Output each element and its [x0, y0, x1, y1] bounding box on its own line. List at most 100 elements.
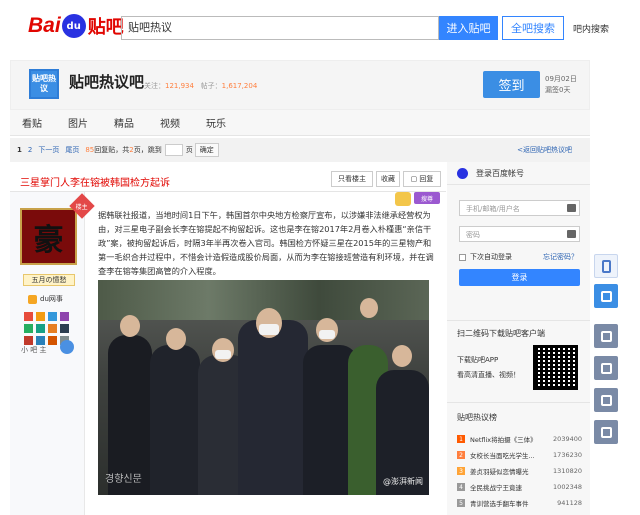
reply-button[interactable]: ▢ 回复 — [403, 171, 441, 187]
hot-count: 2039400 — [553, 435, 582, 443]
badge-icon[interactable] — [24, 336, 33, 345]
auto-login-checkbox[interactable] — [459, 253, 466, 261]
sign-date: 09月02日 漏签0天 — [545, 74, 577, 96]
right-sidebar: 登录百度帐号 手机/邮箱/用户名 密码 下次自动登录 忘记密码？ 登录 扫二维码… — [447, 162, 590, 515]
search-input[interactable]: 贴吧热议 — [121, 16, 439, 40]
hot-rank: 5 — [457, 499, 465, 507]
post-photo[interactable]: 경향신문 @澎湃新闻 — [98, 280, 429, 495]
robot-icon[interactable] — [594, 324, 618, 348]
forum-name[interactable]: 贴吧热议吧 — [69, 71, 144, 92]
photo-person-head — [392, 345, 412, 367]
badge-icon[interactable] — [36, 336, 45, 345]
photo-person-head — [360, 298, 378, 318]
qr-title: 扫二维码下载贴吧客户端 — [457, 329, 545, 338]
hot-title[interactable]: 姜贞羽疑似恋情曝光 — [470, 466, 529, 476]
password-field[interactable]: 密码 — [459, 226, 580, 242]
message-icon[interactable] — [594, 284, 618, 308]
reply-icon: ▢ — [410, 175, 418, 183]
game-icon[interactable] — [594, 356, 618, 380]
hot-rank: 2 — [457, 451, 465, 459]
hot-title[interactable]: 全民挑战宁王竟速 — [470, 482, 522, 492]
tab-posts[interactable]: 看贴 — [22, 115, 42, 130]
all-search-button[interactable]: 全吧搜索 — [502, 16, 564, 40]
hot-title[interactable]: 青训营选手翻车事件 — [470, 498, 529, 508]
last-page-link[interactable]: 尾页 — [65, 145, 79, 155]
only-author-button[interactable]: 只看楼主 — [331, 171, 373, 187]
crown-icon[interactable] — [395, 192, 411, 206]
hot-rank: 4 — [457, 483, 465, 491]
tab-images[interactable]: 图片 — [68, 115, 88, 130]
photo-watermark-left: 경향신문 — [105, 474, 142, 485]
search-badge[interactable]: 搜尊 — [414, 192, 440, 204]
auto-login-label: 下次自动登录 — [470, 253, 512, 261]
next-page-link[interactable]: 下一页 — [38, 145, 59, 155]
forum-search-link[interactable]: 吧内搜索 — [573, 22, 609, 35]
auto-login[interactable]: 下次自动登录 — [459, 252, 512, 262]
photo-face-mask — [215, 350, 231, 359]
badge-icon[interactable] — [60, 324, 69, 333]
page-2-link[interactable]: 2 — [28, 146, 32, 154]
forum-logo[interactable]: 贴吧热议 — [29, 69, 59, 99]
avatar[interactable]: 豪 — [20, 208, 77, 265]
divider — [447, 402, 590, 403]
badge-icon[interactable] — [48, 312, 57, 321]
baidu-tieba-logo[interactable]: Bai du 贴吧 — [28, 12, 124, 40]
reply-count: 85 — [85, 146, 95, 154]
forum-nav: 看贴 图片 精品 视频 玩乐 — [10, 110, 590, 136]
hot-list-item[interactable]: 5 青训营选手翻车事件 941128 — [457, 495, 582, 511]
divider — [447, 320, 590, 321]
keyboard-icon[interactable] — [567, 230, 576, 238]
tab-videos[interactable]: 视频 — [160, 115, 180, 130]
favorite-button[interactable]: 收藏 — [376, 171, 400, 187]
jump-page-input[interactable] — [164, 144, 183, 156]
xiaoba-icon — [60, 340, 74, 354]
hot-title[interactable]: 女校长当面吃光学生... — [470, 450, 535, 460]
badge-icon[interactable] — [36, 312, 45, 321]
hot-list-item[interactable]: 2 女校长当面吃光学生... 1736230 — [457, 447, 582, 463]
photo-watermark-right: @澎湃新闻 — [383, 477, 423, 486]
mobile-icon[interactable] — [594, 254, 618, 278]
follow-label: 关注： — [144, 82, 165, 90]
page-label: 页，跳到 — [133, 146, 162, 154]
hot-list-item[interactable]: 1 Netflix将拍摄《三体》 2039400 — [457, 431, 582, 447]
follow-count: 121,934 — [165, 82, 194, 90]
badge-icon[interactable] — [48, 324, 57, 333]
reply-label: 回复贴，共 — [94, 146, 130, 154]
tab-featured[interactable]: 精品 — [114, 115, 134, 130]
hot-title[interactable]: Netflix将拍摄《三体》 — [470, 434, 537, 444]
current-page: 1 — [17, 146, 22, 154]
report-icon[interactable] — [594, 420, 618, 444]
badge-icon[interactable] — [36, 324, 45, 333]
username-placeholder: 手机/邮箱/用户名 — [466, 205, 520, 213]
baidu-paw-icon: du — [61, 14, 86, 38]
game-shape — [600, 362, 612, 374]
login-button[interactable]: 登录 — [459, 269, 580, 286]
hot-list-item[interactable]: 3 姜贞羽疑似恋情曝光 1310820 — [457, 463, 582, 479]
user-level[interactable]: du网事 — [28, 294, 63, 304]
chat-shape — [600, 290, 612, 302]
top-bar: Bai du 贴吧 贴吧热议 进入贴吧 全吧搜索 吧内搜索 — [0, 0, 640, 52]
badge-icon[interactable] — [48, 336, 57, 345]
enter-forum-button[interactable]: 进入贴吧 — [439, 16, 498, 40]
confirm-jump-button[interactable]: 确定 — [194, 143, 219, 157]
badge-icon[interactable] — [24, 324, 33, 333]
sign-in-button[interactable]: 签到 — [483, 71, 540, 98]
username-field[interactable]: 手机/邮箱/用户名 — [459, 200, 580, 216]
forgot-password-link[interactable]: 忘记密码？ — [543, 252, 578, 262]
keyboard-icon[interactable] — [567, 204, 576, 212]
tab-play[interactable]: 玩乐 — [206, 115, 226, 130]
post-title-bar: 三星掌门人李在镕被韩国检方起诉 只看楼主 收藏 ▢ 回复 — [10, 166, 446, 192]
badge-icon[interactable] — [60, 312, 69, 321]
share-icon[interactable] — [594, 388, 618, 412]
hot-list-title: 贴吧热议榜 — [457, 413, 497, 422]
divider — [447, 184, 590, 185]
photo-person — [150, 345, 200, 495]
username[interactable]: 五月の憶愁 — [23, 274, 75, 286]
sign-date-text: 09月02日 — [545, 75, 577, 83]
back-to-forum-link[interactable]: <返回贴吧热议吧 — [517, 145, 572, 155]
hot-list-item[interactable]: 4 全民挑战宁王竟速 1002348 — [457, 479, 582, 495]
xiaoba-label: 小 吧 主 — [21, 346, 47, 354]
badge-icon[interactable] — [24, 312, 33, 321]
louzhu-badge-text: 楼主 — [75, 203, 89, 211]
hot-list: 1 Netflix将拍摄《三体》 2039400 2 女校长当面吃光学生... … — [457, 431, 582, 511]
